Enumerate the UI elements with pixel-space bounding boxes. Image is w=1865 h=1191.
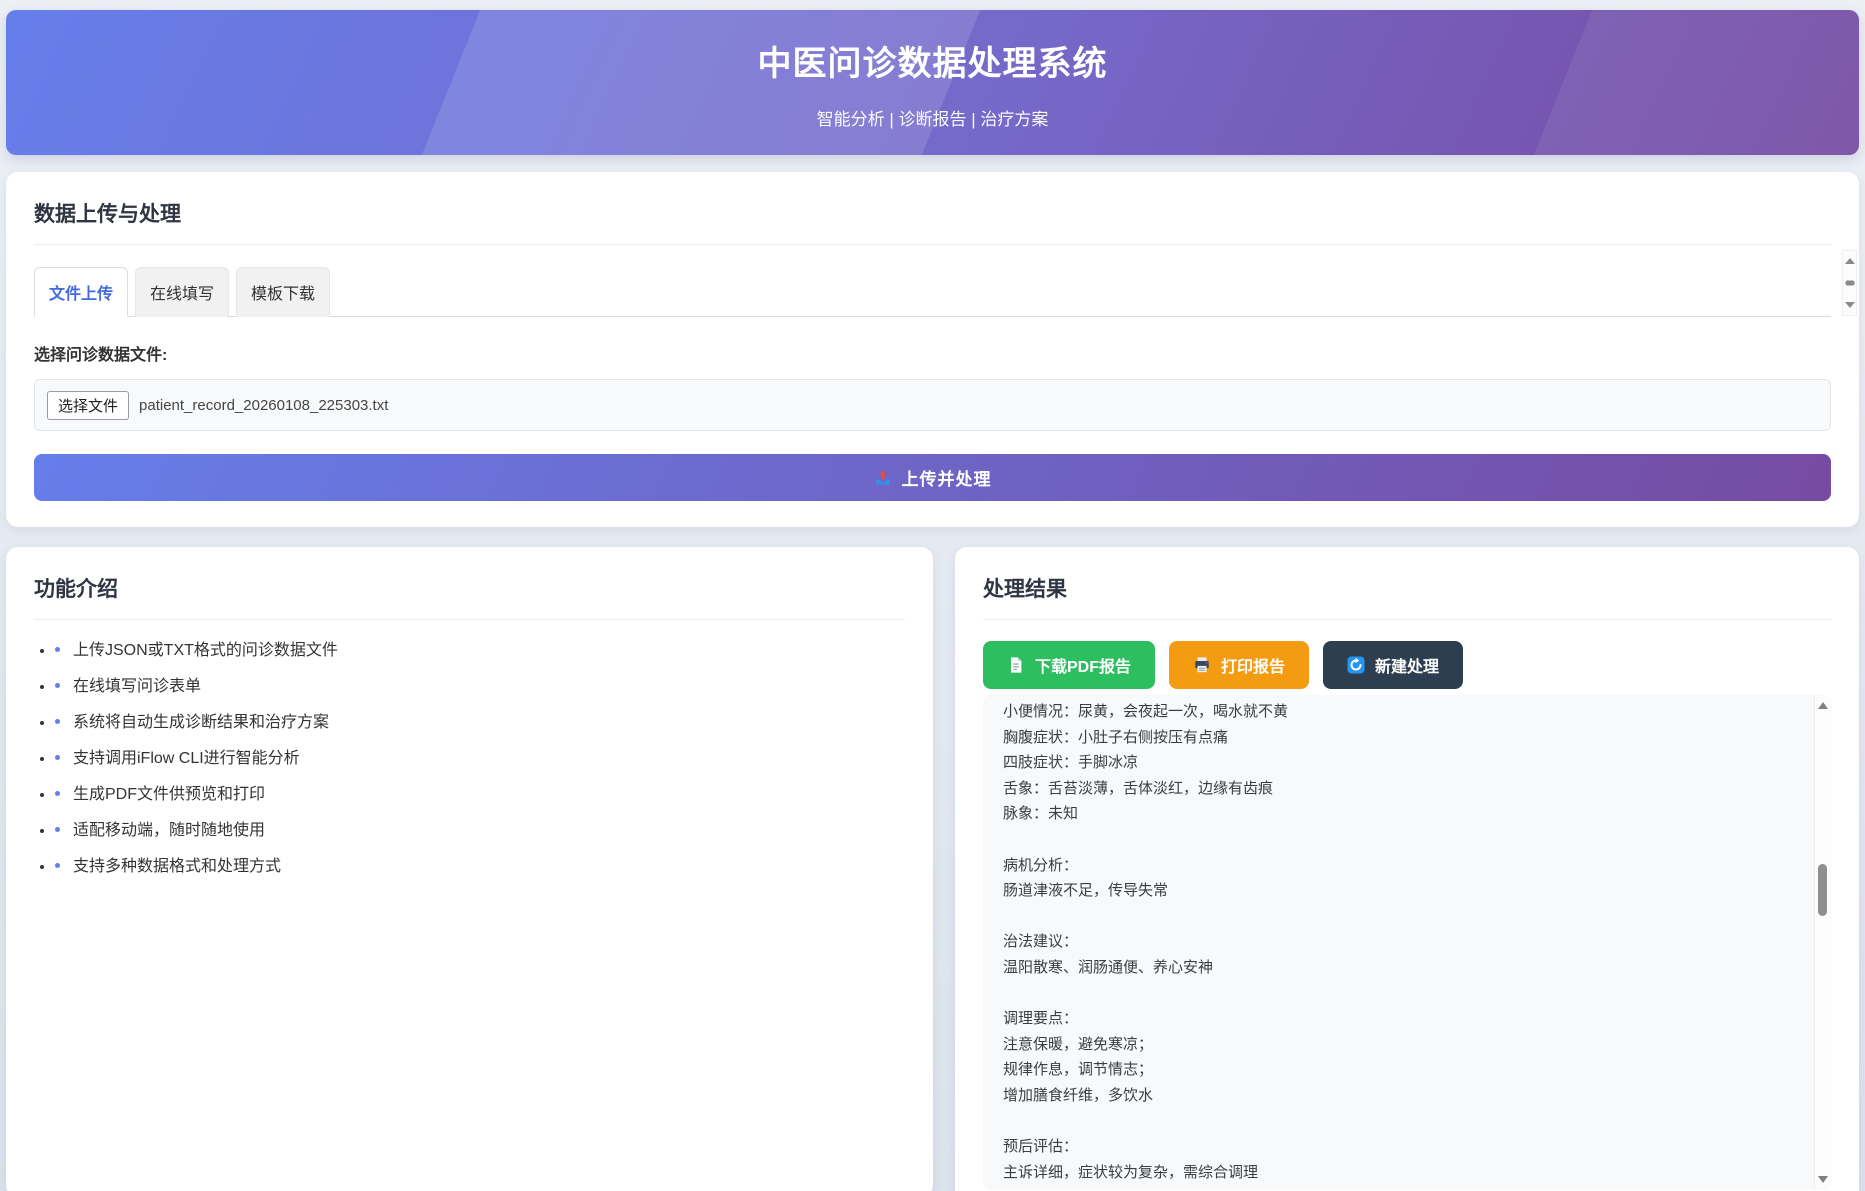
- results-card-title: 处理结果: [983, 573, 1831, 620]
- scroll-up-icon[interactable]: [1845, 258, 1855, 264]
- scroll-up-icon[interactable]: [1818, 702, 1828, 709]
- new-process-label: 新建处理: [1375, 653, 1439, 677]
- list-item: 在线填写问诊表单: [55, 676, 905, 698]
- document-icon: [1007, 656, 1025, 674]
- list-item-label: 系统将自动生成诊断结果和治疗方案: [73, 714, 329, 731]
- bullet-dot-icon: [55, 647, 60, 652]
- result-output-area[interactable]: 小便情况：尿黄，会夜起一次，喝水就不黄 胸腹症状：小肚子右侧按压有点痛 四肢症状…: [983, 695, 1831, 1190]
- bottom-columns: 功能介绍 上传JSON或TXT格式的问诊数据文件 在线填写问诊表单 系统将自动生…: [6, 547, 1859, 1191]
- tab-template-download[interactable]: 模板下载: [236, 267, 330, 317]
- result-scrollbar[interactable]: [1814, 696, 1830, 1189]
- features-card-title: 功能介绍: [34, 573, 905, 620]
- print-report-button[interactable]: 打印报告: [1169, 641, 1309, 689]
- choose-file-button[interactable]: 选择文件: [47, 391, 129, 420]
- list-item-label: 支持调用iFlow CLI进行智能分析: [73, 750, 300, 767]
- new-process-button[interactable]: 新建处理: [1323, 641, 1463, 689]
- list-item-label: 生成PDF文件供预览和打印: [73, 786, 265, 803]
- list-item: 适配移动端，随时随地使用: [55, 820, 905, 842]
- list-item-label: 支持多种数据格式和处理方式: [73, 858, 281, 875]
- result-actions: 下载PDF报告 打印报告 新建处理: [983, 641, 1831, 689]
- upload-card-title: 数据上传与处理: [34, 198, 1831, 245]
- upload-icon: [874, 469, 892, 487]
- list-item: 支持多种数据格式和处理方式: [55, 856, 905, 878]
- page: 中医问诊数据处理系统 智能分析 | 诊断报告 | 治疗方案 数据上传与处理 文件…: [0, 0, 1865, 1191]
- features-card: 功能介绍 上传JSON或TXT格式的问诊数据文件 在线填写问诊表单 系统将自动生…: [6, 547, 933, 1191]
- app-header-banner: 中医问诊数据处理系统 智能分析 | 诊断报告 | 治疗方案: [6, 10, 1859, 155]
- list-item: 生成PDF文件供预览和打印: [55, 784, 905, 806]
- upload-card: 数据上传与处理 文件上传 在线填写 模板下载 选择问诊数据文件: 选择文件 pa…: [6, 172, 1859, 527]
- features-list: 上传JSON或TXT格式的问诊数据文件 在线填写问诊表单 系统将自动生成诊断结果…: [34, 640, 905, 878]
- upload-and-process-button[interactable]: 上传并处理: [34, 454, 1831, 501]
- app-title: 中医问诊数据处理系统: [758, 36, 1108, 85]
- results-card: 处理结果 下载PDF报告 打印报告: [955, 547, 1859, 1191]
- list-item: 上传JSON或TXT格式的问诊数据文件: [55, 640, 905, 662]
- printer-icon: [1193, 656, 1211, 674]
- selected-filename: patient_record_20260108_225303.txt: [139, 397, 388, 414]
- file-input-label: 选择问诊数据文件:: [34, 341, 1831, 365]
- list-item-label: 上传JSON或TXT格式的问诊数据文件: [73, 642, 338, 659]
- list-item-label: 在线填写问诊表单: [73, 678, 201, 695]
- tab-file-upload[interactable]: 文件上传: [34, 267, 128, 317]
- file-input-container: 选择文件 patient_record_20260108_225303.txt: [34, 379, 1831, 431]
- bullet-dot-icon: [55, 755, 60, 760]
- list-item: 系统将自动生成诊断结果和治疗方案: [55, 712, 905, 734]
- scrollbar-thumb[interactable]: [1845, 281, 1854, 286]
- scroll-down-icon[interactable]: [1818, 1176, 1828, 1183]
- bullet-dot-icon: [55, 683, 60, 688]
- scroll-down-icon[interactable]: [1845, 302, 1855, 308]
- bullet-dot-icon: [55, 791, 60, 796]
- bullet-dot-icon: [55, 827, 60, 832]
- result-text: 小便情况：尿黄，会夜起一次，喝水就不黄 胸腹症状：小肚子右侧按压有点痛 四肢症状…: [1003, 699, 1785, 1185]
- print-report-label: 打印报告: [1221, 653, 1285, 677]
- bullet-dot-icon: [55, 863, 60, 868]
- mini-scrollbar[interactable]: [1842, 250, 1857, 316]
- download-pdf-button[interactable]: 下载PDF报告: [983, 641, 1155, 689]
- bullet-dot-icon: [55, 719, 60, 724]
- upload-tabs: 文件上传 在线填写 模板下载: [34, 267, 1831, 317]
- download-pdf-label: 下载PDF报告: [1035, 653, 1131, 677]
- tab-online-form[interactable]: 在线填写: [135, 267, 229, 317]
- list-item-label: 适配移动端，随时随地使用: [73, 822, 265, 839]
- upload-button-label: 上传并处理: [902, 465, 992, 490]
- scrollbar-thumb[interactable]: [1818, 864, 1827, 916]
- app-subtitle: 智能分析 | 诊断报告 | 治疗方案: [817, 105, 1049, 130]
- refresh-icon: [1347, 656, 1365, 674]
- list-item: 支持调用iFlow CLI进行智能分析: [55, 748, 905, 770]
